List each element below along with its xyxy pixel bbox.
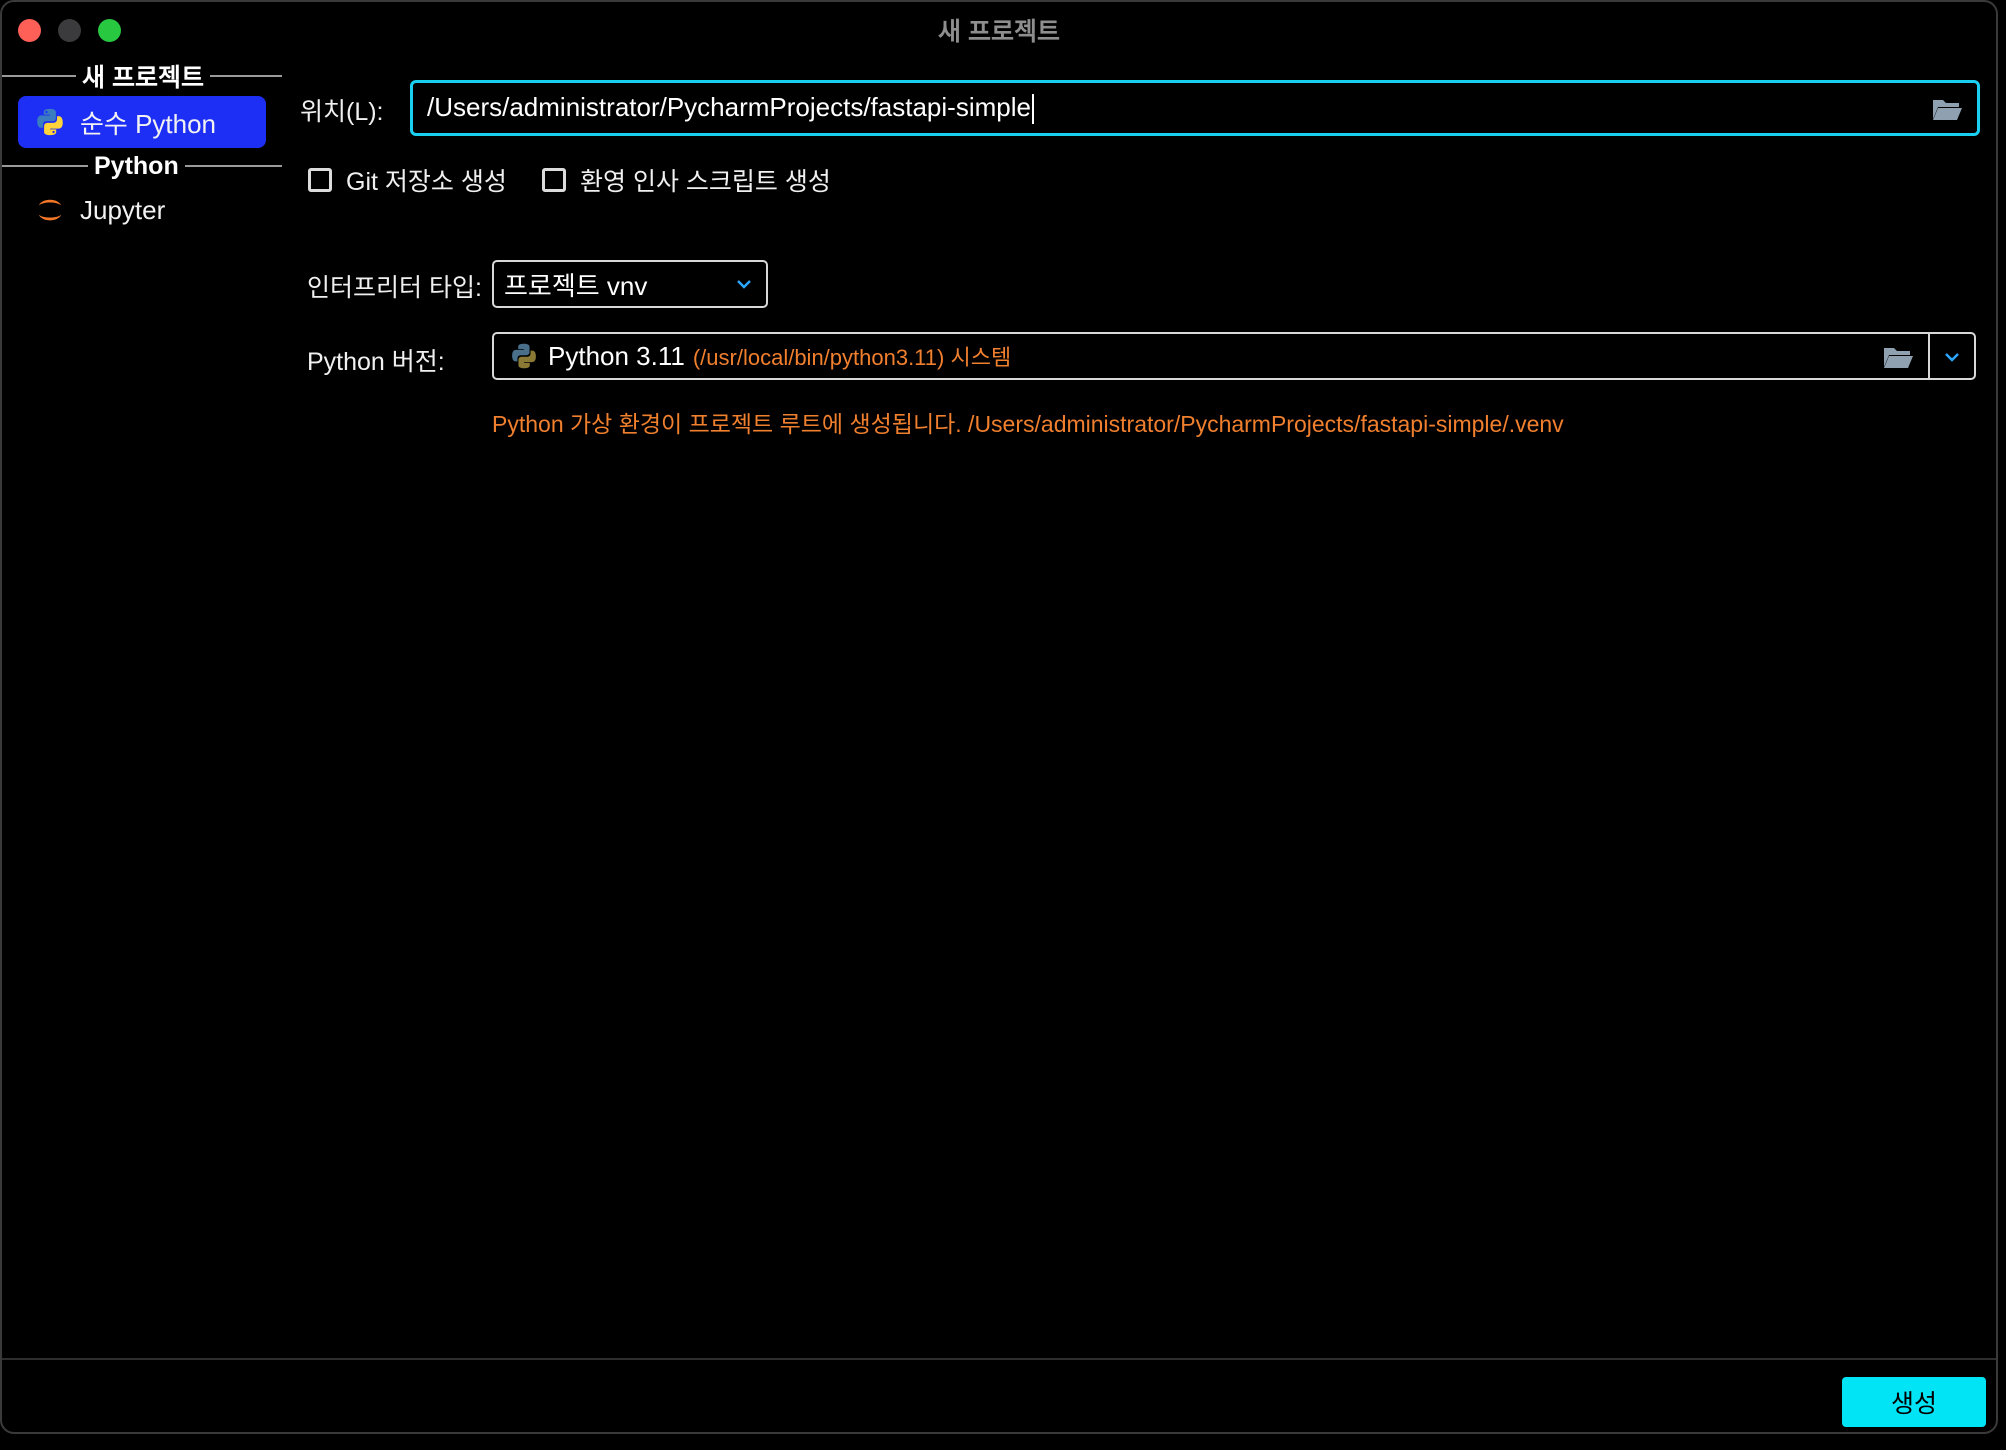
- python-version-label: Python 버전:: [307, 348, 445, 376]
- git-repo-checkbox[interactable]: [308, 168, 332, 192]
- sidebar-item-label: 순수 Python: [80, 108, 217, 139]
- text-caret: [1031, 94, 1034, 125]
- location-value: /Users/administrator/PycharmProjects/fas…: [413, 91, 1034, 125]
- browse-interpreter-icon[interactable]: [1882, 343, 1914, 371]
- sidebar-item-pure-python[interactable]: 순수 Python: [18, 96, 266, 148]
- dropdown-divider: [1928, 334, 1930, 378]
- group-divider: [2, 165, 88, 167]
- group-header-label: Python: [94, 151, 179, 180]
- group-header-label: 새 프로젝트: [82, 64, 204, 92]
- welcome-script-option[interactable]: 환영 인사 스크립트 생성: [542, 162, 831, 198]
- sidebar-group-python: Python: [2, 150, 282, 182]
- group-divider: [184, 165, 282, 167]
- python-icon: [34, 106, 66, 138]
- python-version-select[interactable]: Python 3.11 (/usr/local/bin/python3.11) …: [492, 332, 1976, 380]
- git-repo-option[interactable]: Git 저장소 생성: [308, 162, 507, 198]
- title-bar: 새 프로젝트: [2, 2, 1996, 54]
- new-project-dialog: 새 프로젝트 새 프로젝트 순수 Python Python Jupyter 위…: [0, 0, 1998, 1434]
- git-repo-label: Git 저장소 생성: [346, 168, 507, 196]
- footer-divider: [2, 1358, 1996, 1360]
- python-version-name: Python 3.11: [548, 340, 685, 371]
- sidebar-group-new-project: 새 프로젝트: [2, 60, 282, 92]
- welcome-script-checkbox[interactable]: [542, 168, 566, 192]
- project-type-sidebar: 새 프로젝트 순수 Python Python Jupyter: [2, 54, 282, 1352]
- python-version-path: (/usr/local/bin/python3.11) 시스템: [692, 345, 1012, 370]
- sidebar-item-jupyter[interactable]: Jupyter: [18, 184, 266, 236]
- sidebar-item-label: Jupyter: [80, 194, 166, 225]
- location-input[interactable]: /Users/administrator/PycharmProjects/fas…: [410, 80, 1980, 136]
- chevron-down-icon: [734, 274, 754, 294]
- interpreter-type-value: 프로젝트 vnv: [504, 270, 648, 301]
- window-title: 새 프로젝트: [938, 18, 1060, 46]
- venv-location-hint: Python 가상 환경이 프로젝트 루트에 생성됩니다. /Users/adm…: [492, 411, 1564, 437]
- group-divider: [209, 75, 282, 77]
- interpreter-type-select[interactable]: 프로젝트 vnv: [492, 260, 768, 308]
- python-icon: [510, 342, 538, 370]
- browse-folder-icon[interactable]: [1931, 95, 1963, 123]
- interpreter-type-label: 인터프리터 타입:: [307, 274, 482, 302]
- location-text: /Users/administrator/PycharmProjects/fas…: [427, 91, 1031, 122]
- chevron-down-icon[interactable]: [1942, 347, 1962, 367]
- group-divider: [2, 75, 76, 77]
- welcome-script-label: 환영 인사 스크립트 생성: [580, 168, 831, 196]
- create-button[interactable]: 생성: [1842, 1377, 1986, 1427]
- location-label: 위치(L):: [300, 98, 384, 126]
- jupyter-icon: [34, 194, 66, 226]
